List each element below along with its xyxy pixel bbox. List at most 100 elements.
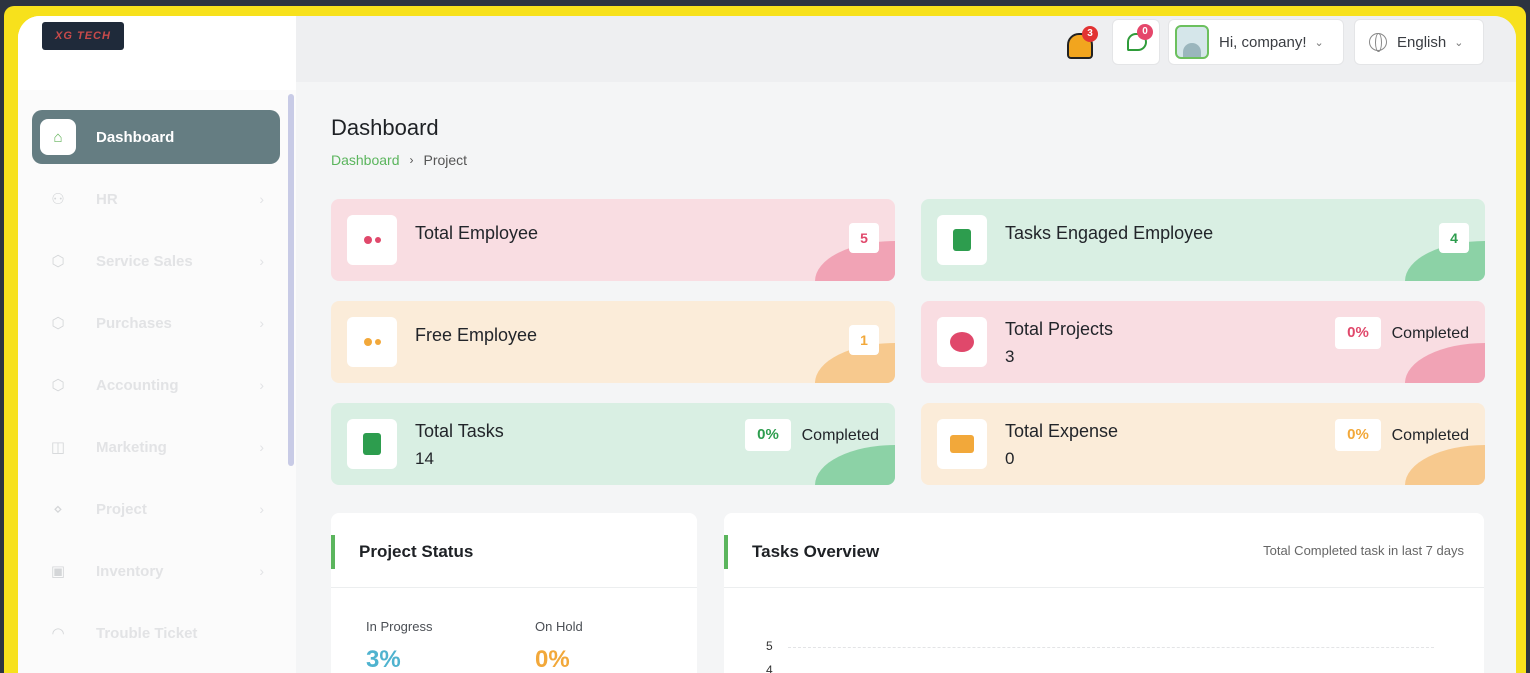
sidebar-item-label: Dashboard bbox=[96, 128, 175, 146]
sidebar-item-dashboard[interactable]: ⌂ Dashboard bbox=[32, 110, 280, 164]
sidebar-item-service-sales[interactable]: ⬡ Service Sales › bbox=[32, 234, 280, 288]
logo-area: XG TECH bbox=[18, 16, 296, 90]
chevron-right-icon: › bbox=[259, 563, 264, 579]
card-value: 3 bbox=[1005, 347, 1015, 366]
card-free-employee[interactable]: Free Employee 1 bbox=[331, 301, 895, 383]
card-label: Total Expense bbox=[1005, 421, 1119, 441]
card-label: Free Employee bbox=[415, 325, 538, 345]
users-icon bbox=[347, 317, 397, 367]
chevron-down-icon: ⌄ bbox=[1314, 36, 1324, 49]
y-tick-label: 5 bbox=[766, 639, 773, 653]
users-icon bbox=[347, 215, 397, 265]
top-header: 3 0 Hi, company! ⌄ English ⌄ bbox=[296, 16, 1516, 82]
tasks-overview-panel: Tasks Overview Total Completed task in l… bbox=[724, 513, 1484, 673]
completion-percent: 0% bbox=[1335, 317, 1381, 349]
language-label: English bbox=[1397, 33, 1447, 51]
messages-badge: 0 bbox=[1137, 24, 1153, 40]
inventory-icon: ▣ bbox=[50, 563, 66, 580]
box-icon: ⬡ bbox=[51, 315, 65, 332]
sidebar-item-label: Service Sales bbox=[96, 252, 193, 270]
card-total-expense[interactable]: Total Expense 0 0% Completed bbox=[921, 403, 1485, 485]
breadcrumb-current: Project bbox=[423, 152, 468, 168]
sidebar-item-hr[interactable]: ⚇ HR › bbox=[32, 172, 280, 226]
sidebar-item-label: HR bbox=[96, 190, 118, 208]
language-select[interactable]: English ⌄ bbox=[1354, 19, 1484, 65]
gridline bbox=[788, 647, 1434, 648]
card-wave bbox=[1405, 343, 1485, 383]
sidebar-item-label: Trouble Ticket bbox=[96, 624, 198, 642]
chevron-down-icon: ⌄ bbox=[1454, 36, 1464, 49]
share-nodes-icon: ⋄ bbox=[53, 501, 63, 518]
card-wave bbox=[815, 445, 895, 485]
headset-icon: ◠ bbox=[51, 625, 65, 642]
chevron-right-icon: › bbox=[409, 153, 414, 167]
sidebar-item-trouble-ticket[interactable]: ◠ Trouble Ticket bbox=[32, 606, 280, 660]
completed-label: Completed bbox=[1391, 325, 1469, 342]
card-total-employee[interactable]: Total Employee 5 bbox=[331, 199, 895, 281]
card-label: Total Tasks bbox=[415, 421, 504, 441]
completion-percent: 0% bbox=[1335, 419, 1381, 451]
globe-icon bbox=[1369, 33, 1387, 52]
megaphone-icon: ◫ bbox=[50, 439, 66, 456]
sidebar-item-label: Project bbox=[96, 500, 147, 518]
breadcrumb-link-dashboard[interactable]: Dashboard bbox=[331, 152, 400, 168]
card-total-tasks[interactable]: Total Tasks 14 0% Completed bbox=[331, 403, 895, 485]
chevron-right-icon: › bbox=[259, 377, 264, 393]
panel-subtitle: Total Completed task in last 7 days bbox=[1263, 543, 1464, 558]
sidebar-scrollbar[interactable] bbox=[288, 94, 294, 466]
user-icon: ⚇ bbox=[51, 191, 65, 208]
projects-icon bbox=[937, 317, 987, 367]
card-value: 14 bbox=[415, 449, 434, 468]
app-window: XG TECH ⌂ Dashboard ⚇ HR › ⬡ Service Sal… bbox=[18, 16, 1516, 673]
sidebar-item-label: Marketing bbox=[96, 438, 167, 456]
sidebar-item-accounting[interactable]: ⬡ Accounting › bbox=[32, 358, 280, 412]
card-value: 5 bbox=[849, 223, 879, 253]
card-tasks-engaged-employee[interactable]: Tasks Engaged Employee 4 bbox=[921, 199, 1485, 281]
stat-value-on-hold: 0% bbox=[535, 646, 570, 673]
messages-button[interactable]: 0 bbox=[1112, 19, 1160, 65]
sidebar-item-purchases[interactable]: ⬡ Purchases › bbox=[32, 296, 280, 350]
y-tick-label: 4 bbox=[766, 663, 773, 673]
sidebar-item-marketing[interactable]: ◫ Marketing › bbox=[32, 420, 280, 474]
card-label: Total Employee bbox=[415, 223, 539, 243]
completed-label: Completed bbox=[1391, 427, 1469, 444]
brand-logo[interactable]: XG TECH bbox=[42, 22, 124, 50]
stat-value-in-progress: 3% bbox=[366, 646, 401, 673]
divider bbox=[331, 587, 697, 588]
notifications-button[interactable]: 3 bbox=[1060, 26, 1100, 66]
clipboard-icon bbox=[347, 419, 397, 469]
avatar bbox=[1175, 25, 1209, 59]
box-icon: ⬡ bbox=[51, 253, 65, 270]
card-value: 0 bbox=[1005, 449, 1015, 468]
completed-label: Completed bbox=[801, 427, 879, 444]
card-wave bbox=[1405, 445, 1485, 485]
sidebar-item-label: Purchases bbox=[96, 314, 172, 332]
stat-label-in-progress: In Progress bbox=[366, 619, 433, 634]
divider bbox=[724, 587, 1484, 588]
clipboard-icon bbox=[937, 215, 987, 265]
chevron-right-icon: › bbox=[259, 501, 264, 517]
sidebar-item-label: Accounting bbox=[96, 376, 179, 394]
card-value: 4 bbox=[1439, 223, 1469, 253]
box-icon: ⬡ bbox=[51, 377, 65, 394]
home-icon: ⌂ bbox=[40, 119, 76, 155]
chevron-right-icon: › bbox=[259, 253, 264, 269]
sidebar: XG TECH ⌂ Dashboard ⚇ HR › ⬡ Service Sal… bbox=[18, 16, 296, 673]
user-menu[interactable]: Hi, company! ⌄ bbox=[1168, 19, 1344, 65]
card-total-projects[interactable]: Total Projects 3 0% Completed bbox=[921, 301, 1485, 383]
page-title: Dashboard bbox=[331, 115, 439, 140]
stat-label-on-hold: On Hold bbox=[535, 619, 583, 634]
notification-badge: 3 bbox=[1082, 26, 1098, 42]
card-label: Total Projects bbox=[1005, 319, 1114, 339]
user-greeting: Hi, company! bbox=[1219, 33, 1307, 51]
panel-title: Project Status bbox=[331, 535, 473, 569]
sidebar-item-label: Inventory bbox=[96, 562, 164, 580]
sidebar-item-inventory[interactable]: ▣ Inventory › bbox=[32, 544, 280, 598]
chevron-right-icon: › bbox=[259, 315, 264, 331]
sidebar-item-project[interactable]: ⋄ Project › bbox=[32, 482, 280, 536]
breadcrumb: Dashboard › Project bbox=[331, 152, 467, 168]
panel-title: Tasks Overview bbox=[724, 535, 879, 569]
card-value: 1 bbox=[849, 325, 879, 355]
chevron-right-icon: › bbox=[259, 439, 264, 455]
completion-percent: 0% bbox=[745, 419, 791, 451]
